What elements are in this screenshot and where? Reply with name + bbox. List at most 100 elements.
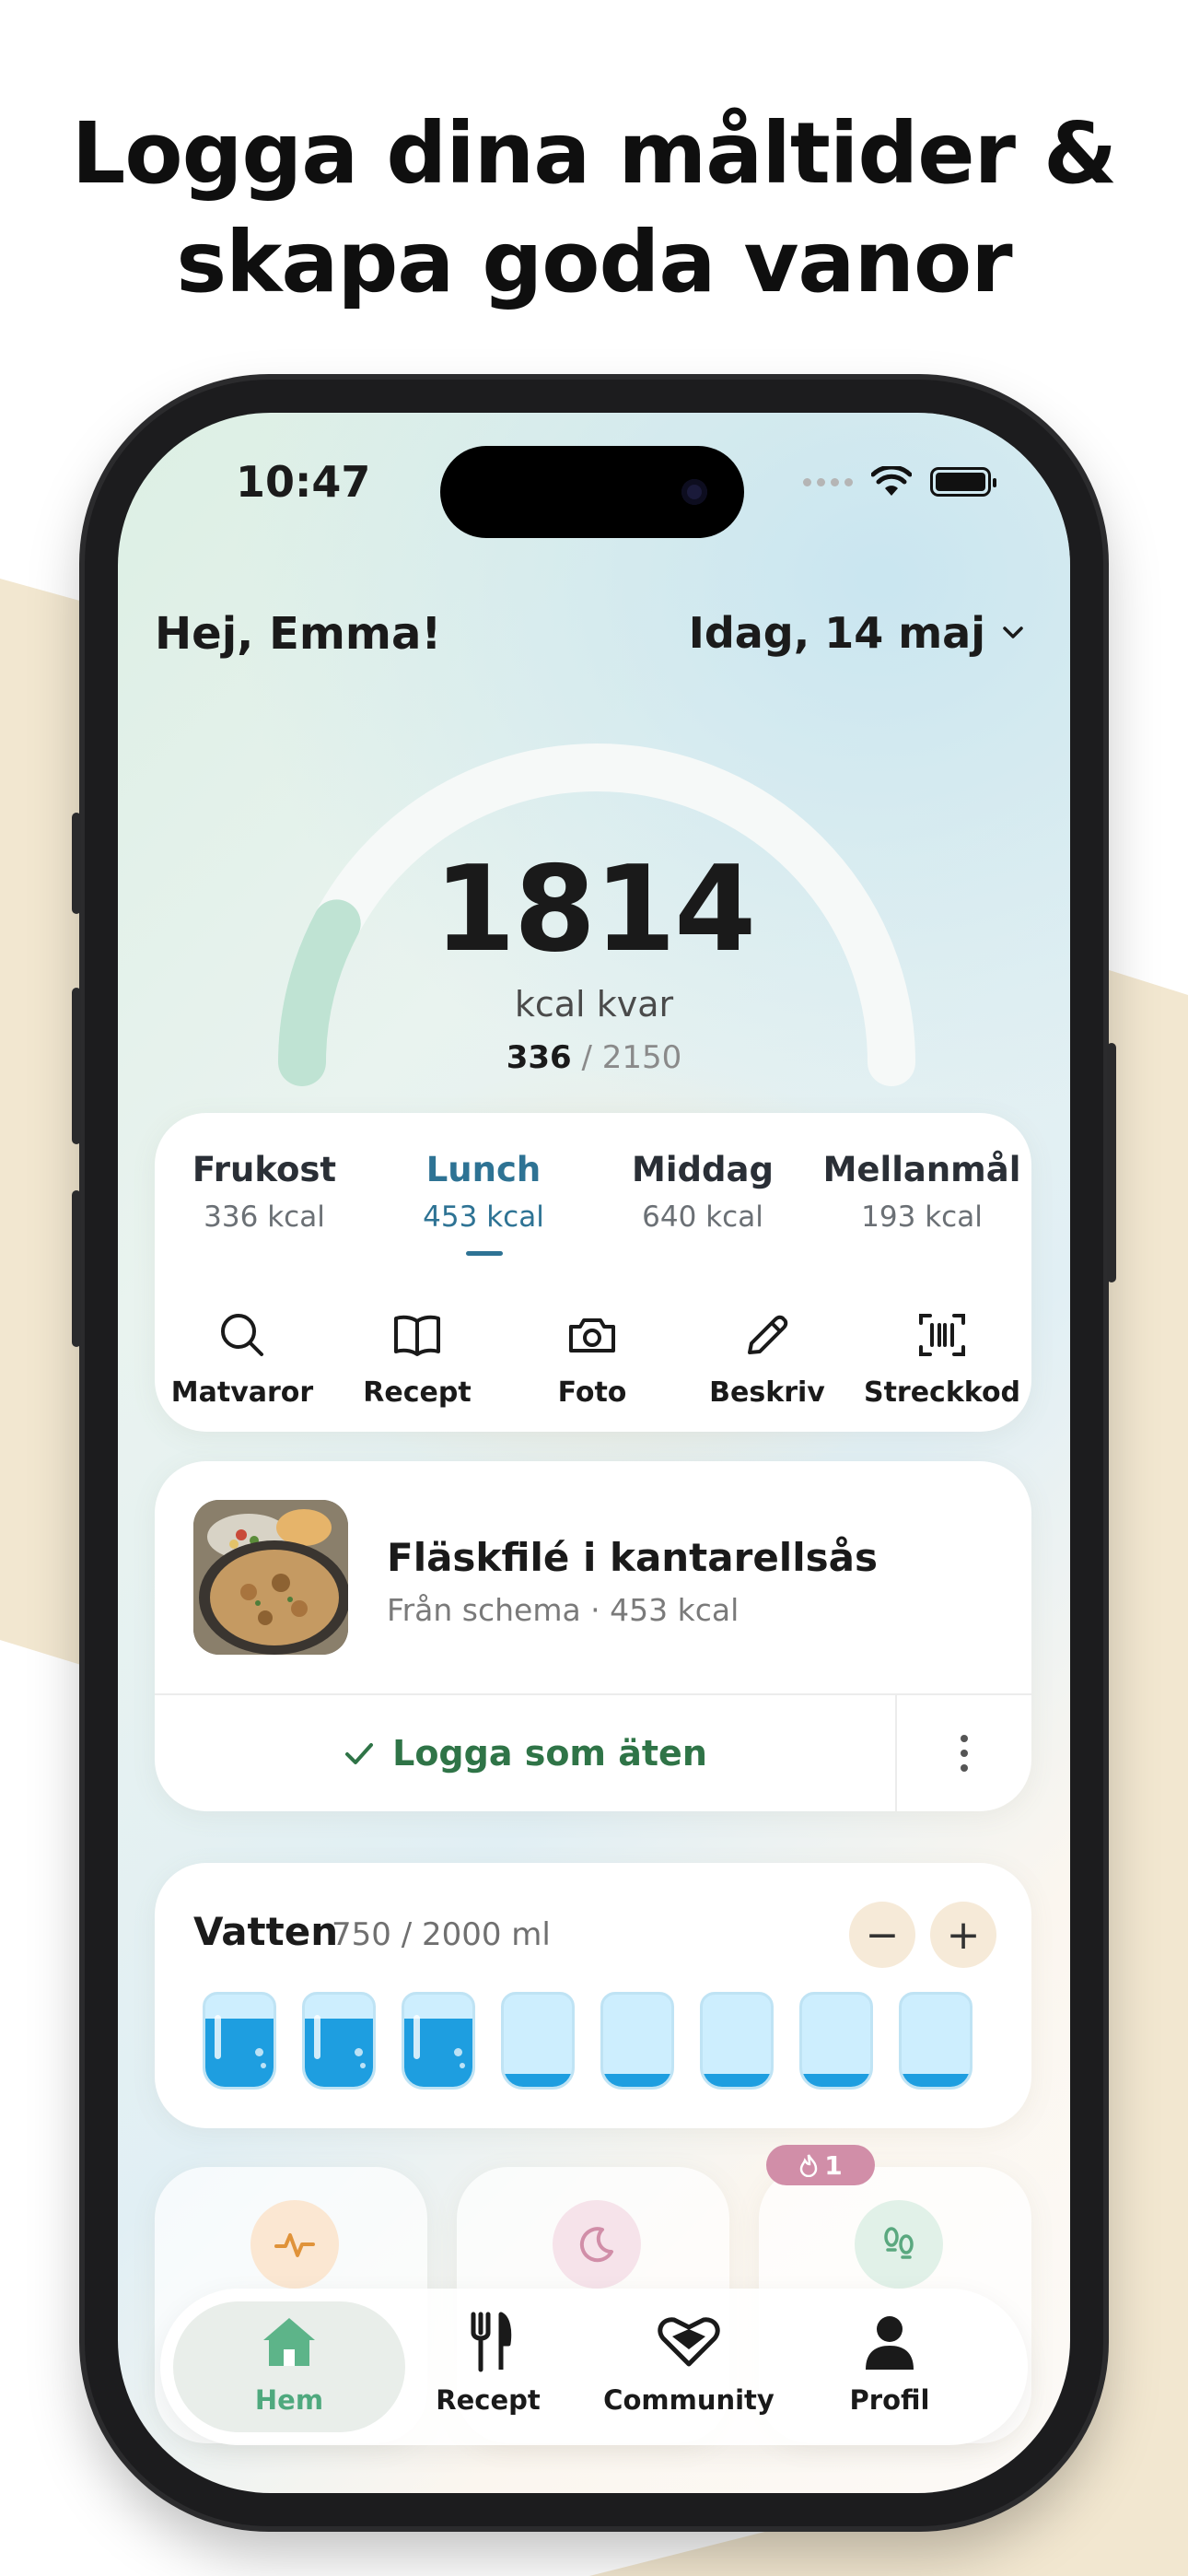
battery-icon <box>930 467 996 497</box>
volume-up-button <box>72 988 81 1144</box>
home-icon <box>263 2318 315 2366</box>
water-cup[interactable] <box>700 1992 774 2090</box>
log-label: Logga som äten <box>392 1733 707 1774</box>
streckkod-button[interactable]: Streckkod <box>855 1308 1030 1409</box>
app-screen: 10:47 Hej, Emma! Idag, 14 maj 1814 kcal … <box>118 413 1070 2493</box>
pencil-icon <box>748 1315 788 1354</box>
chevron-down-icon <box>1003 626 1023 638</box>
tab-mellanmal[interactable]: Mellanmål 193 kcal <box>812 1150 1031 1234</box>
calories-eaten: 336 <box>506 1039 572 1076</box>
signal-icon <box>803 477 853 486</box>
camera-icon <box>569 1318 615 1352</box>
bottom-tab-bar: Hem Recept Community Profil <box>160 2289 1028 2445</box>
barcode-icon <box>919 1314 965 1356</box>
water-cup[interactable] <box>899 1992 973 2090</box>
meal-name: Frukost <box>192 1150 337 1189</box>
streak-badge: 1 <box>766 2145 875 2185</box>
fork-knife-icon <box>471 2312 512 2372</box>
calories-remaining: 1814 <box>433 841 756 978</box>
meal-kcal: 453 kcal <box>423 1200 544 1234</box>
tab-label: Hem <box>254 2384 324 2416</box>
action-label: Beskriv <box>709 1376 825 1409</box>
meal-kcal: 193 kcal <box>861 1200 983 1234</box>
water-card: Vatten 750 / 2000 ml − + <box>155 1863 1031 2128</box>
tab-frukost[interactable]: Frukost 336 kcal <box>155 1150 374 1234</box>
footsteps-icon <box>855 2200 943 2289</box>
recept-button[interactable]: Recept <box>330 1308 505 1409</box>
water-cup[interactable] <box>302 1992 376 2090</box>
search-icon <box>221 1314 263 1356</box>
tab-recept[interactable]: Recept <box>387 2309 589 2416</box>
volume-down-button <box>72 1190 81 1347</box>
more-options-button[interactable] <box>897 1695 1031 1811</box>
meal-name: Lunch <box>425 1150 542 1189</box>
power-button <box>1107 1043 1116 1282</box>
plus-icon: + <box>946 1911 981 1959</box>
tab-label: Recept <box>436 2384 541 2416</box>
add-food-actions: Matvaror Recept Foto Beskriv Streckkod <box>155 1308 1031 1409</box>
tab-community[interactable]: Community <box>588 2309 790 2416</box>
meal-kcal: 336 kcal <box>204 1200 325 1234</box>
book-icon <box>394 1315 440 1356</box>
meal-card: Frukost 336 kcal Lunch 453 kcal Middag 6… <box>155 1113 1031 1432</box>
water-cup[interactable] <box>501 1992 575 2090</box>
meal-tabs: Frukost 336 kcal Lunch 453 kcal Middag 6… <box>155 1150 1031 1234</box>
tab-hem[interactable]: Hem <box>188 2309 390 2416</box>
flame-icon <box>799 2154 818 2177</box>
calories-goal: / 2150 <box>581 1039 682 1076</box>
meal-name: Middag <box>632 1150 774 1189</box>
checkmark-icon <box>345 1743 374 1764</box>
log-as-eaten-button[interactable]: Logga som äten <box>155 1695 895 1811</box>
date-picker[interactable]: Idag, 14 maj <box>689 608 1026 658</box>
food-title: Fläskfilé i kantarellsås <box>387 1535 878 1580</box>
beskriv-button[interactable]: Beskriv <box>680 1308 855 1409</box>
foto-button[interactable]: Foto <box>505 1308 680 1409</box>
action-label: Streckkod <box>863 1376 1021 1409</box>
streak-count: 1 <box>824 2149 843 2181</box>
planned-meal-card: Fläskfilé i kantarellsås Från schema · 4… <box>155 1461 1031 1811</box>
water-cups <box>203 1992 973 2090</box>
water-cup[interactable] <box>203 1992 276 2090</box>
headline-line-1: Logga dina måltider & <box>71 104 1118 203</box>
water-title: Vatten <box>193 1909 339 1954</box>
date-label: Idag, 14 maj <box>688 608 985 658</box>
tab-profil[interactable]: Profil <box>788 2309 991 2416</box>
water-increase-button[interactable]: + <box>930 1902 996 1968</box>
water-cup[interactable] <box>402 1992 475 2090</box>
heart-hands-icon <box>658 2317 720 2367</box>
minus-icon: − <box>865 1911 900 1959</box>
action-label: Foto <box>557 1376 627 1409</box>
tab-label: Profil <box>849 2384 930 2416</box>
greeting: Hej, Emma! <box>155 608 442 660</box>
activity-icon <box>250 2200 339 2289</box>
status-icons <box>803 466 996 498</box>
headline: Logga dina måltider & skapa goda vanor <box>0 100 1188 317</box>
action-button <box>72 813 81 914</box>
food-subtitle: Från schema · 453 kcal <box>387 1592 740 1628</box>
food-image <box>193 1500 348 1655</box>
more-vertical-icon <box>961 1731 968 1775</box>
wifi-icon <box>871 466 912 496</box>
active-tab-indicator <box>466 1251 503 1256</box>
meal-name: Mellanmål <box>822 1150 1021 1189</box>
action-label: Recept <box>363 1376 472 1409</box>
status-time: 10:47 <box>236 457 371 507</box>
phone-frame: 10:47 Hej, Emma! Idag, 14 maj 1814 kcal … <box>72 380 1116 2526</box>
water-cup[interactable] <box>799 1992 873 2090</box>
meal-kcal: 640 kcal <box>642 1200 763 1234</box>
moon-icon <box>553 2200 641 2289</box>
tab-middag[interactable]: Middag 640 kcal <box>593 1150 812 1234</box>
action-label: Matvaror <box>170 1376 314 1409</box>
dynamic-island <box>440 446 744 538</box>
matvaror-button[interactable]: Matvaror <box>155 1308 330 1409</box>
tab-label: Community <box>603 2384 775 2416</box>
water-amount: 750 / 2000 ml <box>332 1916 551 1953</box>
calories-unit: kcal kvar <box>514 984 674 1025</box>
tab-lunch[interactable]: Lunch 453 kcal <box>374 1150 593 1234</box>
water-cup[interactable] <box>600 1992 674 2090</box>
camera-icon <box>681 479 707 505</box>
water-decrease-button[interactable]: − <box>849 1902 915 1968</box>
calories-summary: 336 / 2150 <box>118 1039 1070 1076</box>
person-icon <box>866 2316 914 2370</box>
headline-line-2: skapa goda vanor <box>176 213 1012 311</box>
